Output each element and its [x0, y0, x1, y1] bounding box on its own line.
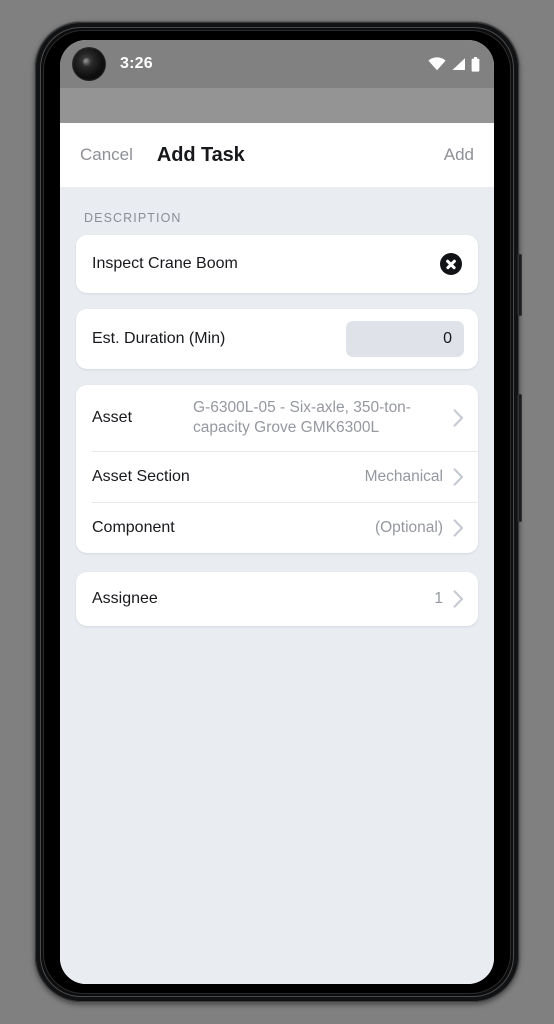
duration-input[interactable] [346, 321, 464, 357]
phone-frame: 3:26 Cancel Add Task Add DESCRIPTION Ins… [35, 22, 522, 1002]
status-bar-icons [428, 56, 480, 72]
screen-nav-bar: Cancel Add Task Add [60, 123, 494, 187]
battery-icon [471, 56, 480, 72]
assignee-label: Assignee [92, 590, 158, 607]
component-value: (Optional) [374, 518, 443, 536]
description-card [76, 235, 478, 293]
chevron-right-icon [453, 590, 464, 608]
clear-circle-icon[interactable] [440, 253, 462, 275]
wifi-icon [428, 57, 446, 71]
cancel-button[interactable]: Cancel [78, 141, 135, 169]
asset-section-row[interactable]: Asset Section Mechanical [76, 451, 478, 502]
chevron-right-icon [453, 409, 464, 427]
status-bar: 3:26 [60, 40, 494, 88]
power-button[interactable] [518, 254, 522, 316]
component-row[interactable]: Component (Optional) [76, 502, 478, 553]
description-row [76, 235, 478, 293]
description-section-label: DESCRIPTION [84, 211, 182, 225]
add-button[interactable]: Add [442, 141, 476, 169]
chevron-right-icon [453, 518, 464, 537]
description-input[interactable] [92, 255, 440, 273]
asset-value: G-6300L-05 - Six-axle, 350-ton-capacity … [193, 399, 411, 436]
duration-card: Est. Duration (Min) [76, 309, 478, 369]
asset-label: Asset [92, 409, 133, 426]
status-bar-spacer [60, 88, 494, 123]
form-body: DESCRIPTION Est. Duration (Min) [60, 187, 494, 984]
page-backdrop: 3:26 Cancel Add Task Add DESCRIPTION Ins… [0, 0, 554, 1024]
assignee-value: 1 [434, 590, 443, 608]
component-label: Component [92, 518, 175, 536]
phone-screen: 3:26 Cancel Add Task Add DESCRIPTION Ins… [60, 40, 494, 984]
front-camera-cutout [72, 47, 106, 81]
duration-row: Est. Duration (Min) [76, 309, 478, 369]
asset-details-card: Asset G-6300L-05 - Six-axle, 350-ton-cap… [76, 385, 478, 553]
status-bar-clock: 3:26 [120, 55, 153, 72]
cellular-signal-icon [452, 58, 465, 70]
asset-section-value: Mechanical [364, 467, 443, 485]
asset-section-label: Asset Section [92, 467, 190, 485]
assignee-row[interactable]: Assignee 1 [76, 572, 478, 626]
chevron-right-icon [453, 467, 464, 486]
assignee-card: Assignee 1 [76, 572, 478, 626]
asset-row[interactable]: Asset G-6300L-05 - Six-axle, 350-ton-cap… [76, 385, 478, 451]
duration-label: Est. Duration (Min) [92, 330, 226, 347]
page-title: Add Task [156, 143, 245, 166]
volume-rocker-button[interactable] [518, 394, 522, 522]
